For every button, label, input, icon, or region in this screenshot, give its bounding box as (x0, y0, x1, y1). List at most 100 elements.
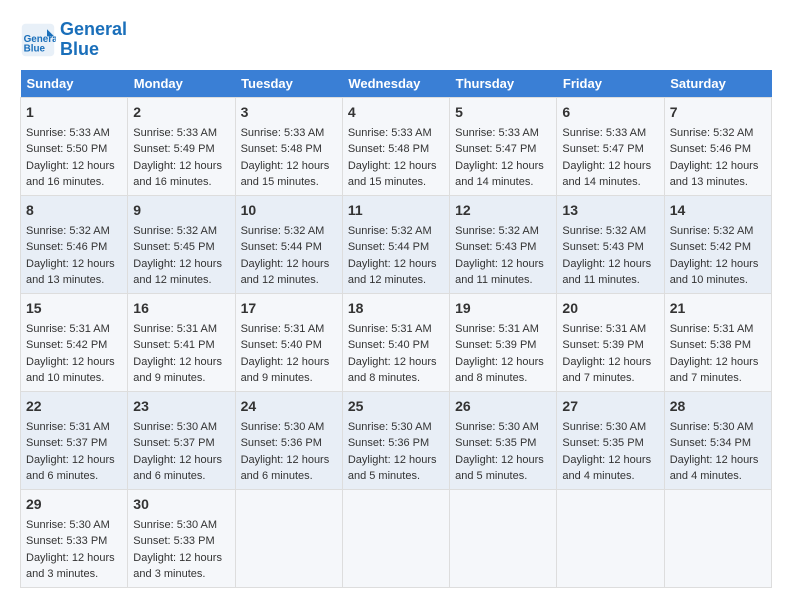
day-cell-6: 6Sunrise: 5:33 AMSunset: 5:47 PMDaylight… (557, 97, 664, 195)
calendar-week-3: 15Sunrise: 5:31 AMSunset: 5:42 PMDayligh… (21, 293, 772, 391)
svg-text:Blue: Blue (24, 43, 46, 54)
sunset-text: Sunset: 5:34 PM (670, 437, 751, 449)
day-number: 10 (241, 200, 337, 221)
daylight-text: Daylight: 12 hours and 8 minutes. (455, 356, 544, 385)
sunset-text: Sunset: 5:48 PM (348, 143, 429, 155)
sunrise-text: Sunrise: 5:31 AM (26, 421, 110, 433)
daylight-text: Daylight: 12 hours and 14 minutes. (562, 160, 651, 189)
day-cell-21: 21Sunrise: 5:31 AMSunset: 5:38 PMDayligh… (664, 293, 771, 391)
daylight-text: Daylight: 12 hours and 10 minutes. (670, 258, 759, 287)
sunrise-text: Sunrise: 5:32 AM (455, 225, 539, 237)
daylight-text: Daylight: 12 hours and 5 minutes. (348, 454, 437, 483)
empty-cell (450, 489, 557, 587)
day-cell-27: 27Sunrise: 5:30 AMSunset: 5:35 PMDayligh… (557, 391, 664, 489)
day-number: 15 (26, 298, 122, 319)
day-number: 4 (348, 102, 444, 123)
day-cell-15: 15Sunrise: 5:31 AMSunset: 5:42 PMDayligh… (21, 293, 128, 391)
col-header-sunday: Sunday (21, 70, 128, 98)
day-cell-8: 8Sunrise: 5:32 AMSunset: 5:46 PMDaylight… (21, 195, 128, 293)
day-cell-4: 4 Sunrise: 5:33 AM Sunset: 5:48 PM Daylight… (342, 97, 449, 195)
day-number: 2 (133, 102, 229, 123)
sunrise-text: Sunrise: 5:33 AM (133, 127, 217, 139)
day-cell-7: 7 Sunrise: 5:32 AM Sunset: 5:46 PM Daylight… (664, 97, 771, 195)
day-cell-30: 30Sunrise: 5:30 AMSunset: 5:33 PMDayligh… (128, 489, 235, 587)
sunrise-text: Sunrise: 5:32 AM (26, 225, 110, 237)
sunset-text: Sunset: 5:46 PM (670, 143, 751, 155)
sunrise-text: Sunrise: 5:31 AM (670, 323, 754, 335)
sunset-text: Sunset: 5:47 PM (455, 143, 536, 155)
sunset-text: Sunset: 5:43 PM (562, 241, 643, 253)
empty-cell (342, 489, 449, 587)
sunrise-text: Sunrise: 5:30 AM (133, 421, 217, 433)
day-number: 17 (241, 298, 337, 319)
day-cell-1: 1Sunrise: 5:33 AMSunset: 5:50 PMDaylight… (21, 97, 128, 195)
sunset-text: Sunset: 5:41 PM (133, 339, 214, 351)
day-number: 6 (562, 102, 658, 123)
daylight-text: Daylight: 12 hours and 15 minutes. (241, 160, 330, 189)
day-cell-29: 29Sunrise: 5:30 AMSunset: 5:33 PMDayligh… (21, 489, 128, 587)
sunrise-text: Sunrise: 5:33 AM (348, 127, 432, 139)
sunset-text: Sunset: 5:35 PM (455, 437, 536, 449)
day-number: 28 (670, 396, 766, 417)
daylight-text: Daylight: 12 hours and 13 minutes. (670, 160, 759, 189)
empty-cell (664, 489, 771, 587)
logo: General Blue General Blue (20, 20, 127, 60)
daylight-text: Daylight: 12 hours and 7 minutes. (562, 356, 651, 385)
sunrise-text: Sunrise: 5:33 AM (241, 127, 325, 139)
day-cell-11: 11Sunrise: 5:32 AMSunset: 5:44 PMDayligh… (342, 195, 449, 293)
day-number: 27 (562, 396, 658, 417)
sunset-text: Sunset: 5:33 PM (133, 535, 214, 547)
daylight-text: Daylight: 12 hours and 16 minutes. (133, 160, 222, 189)
sunrise-text: Sunrise: 5:30 AM (133, 519, 217, 531)
sunset-text: Sunset: 5:46 PM (26, 241, 107, 253)
day-cell-10: 10Sunrise: 5:32 AMSunset: 5:44 PMDayligh… (235, 195, 342, 293)
daylight-text: Daylight: 12 hours and 11 minutes. (455, 258, 544, 287)
sunset-text: Sunset: 5:33 PM (26, 535, 107, 547)
day-cell-12: 12Sunrise: 5:32 AMSunset: 5:43 PMDayligh… (450, 195, 557, 293)
sunset-text: Sunset: 5:49 PM (133, 143, 214, 155)
sunrise-text: Sunrise: 5:32 AM (670, 127, 754, 139)
sunrise-text: Sunrise: 5:30 AM (348, 421, 432, 433)
day-cell-5: 5Sunrise: 5:33 AMSunset: 5:47 PMDaylight… (450, 97, 557, 195)
day-cell-3: 3Sunrise: 5:33 AMSunset: 5:48 PMDaylight… (235, 97, 342, 195)
sunset-text: Sunset: 5:36 PM (348, 437, 429, 449)
empty-cell (235, 489, 342, 587)
logo-icon: General Blue (20, 22, 56, 58)
day-number: 16 (133, 298, 229, 319)
daylight-text: Daylight: 12 hours and 12 minutes. (241, 258, 330, 287)
sunrise-text: Sunrise: 5:30 AM (455, 421, 539, 433)
sunset-text: Sunset: 5:38 PM (670, 339, 751, 351)
day-number: 19 (455, 298, 551, 319)
day-number: 14 (670, 200, 766, 221)
sunset-text: Sunset: 5:47 PM (562, 143, 643, 155)
daylight-text: Daylight: 12 hours and 12 minutes. (133, 258, 222, 287)
sunset-text: Sunset: 5:44 PM (348, 241, 429, 253)
sunrise-text: Sunrise: 5:30 AM (562, 421, 646, 433)
page-header: General Blue General Blue (20, 20, 772, 60)
sunrise-text: Sunrise: 5:32 AM (133, 225, 217, 237)
sunrise-text: Sunrise: 5:32 AM (562, 225, 646, 237)
sunrise-text: Sunrise: 5:33 AM (455, 127, 539, 139)
daylight-text: Daylight: 12 hours and 5 minutes. (455, 454, 544, 483)
sunset-text: Sunset: 5:50 PM (26, 143, 107, 155)
day-cell-23: 23Sunrise: 5:30 AMSunset: 5:37 PMDayligh… (128, 391, 235, 489)
day-number: 1 (26, 102, 122, 123)
col-header-wednesday: Wednesday (342, 70, 449, 98)
day-number: 3 (241, 102, 337, 123)
day-number: 11 (348, 200, 444, 221)
daylight-text: Daylight: 12 hours and 9 minutes. (241, 356, 330, 385)
daylight-text: Daylight: 12 hours and 12 minutes. (348, 258, 437, 287)
sunrise-text: Sunrise: 5:31 AM (562, 323, 646, 335)
daylight-text: Daylight: 12 hours and 3 minutes. (133, 552, 222, 581)
daylight-text: Daylight: 12 hours and 15 minutes. (348, 160, 437, 189)
day-number: 21 (670, 298, 766, 319)
col-header-saturday: Saturday (664, 70, 771, 98)
day-number: 7 (670, 102, 766, 123)
calendar-header-row: SundayMondayTuesdayWednesdayThursdayFrid… (21, 70, 772, 98)
day-cell-16: 16Sunrise: 5:31 AMSunset: 5:41 PMDayligh… (128, 293, 235, 391)
daylight-text: Daylight: 12 hours and 9 minutes. (133, 356, 222, 385)
calendar-week-4: 22Sunrise: 5:31 AMSunset: 5:37 PMDayligh… (21, 391, 772, 489)
logo-blue: Blue (60, 39, 99, 59)
sunset-text: Sunset: 5:36 PM (241, 437, 322, 449)
day-number: 25 (348, 396, 444, 417)
